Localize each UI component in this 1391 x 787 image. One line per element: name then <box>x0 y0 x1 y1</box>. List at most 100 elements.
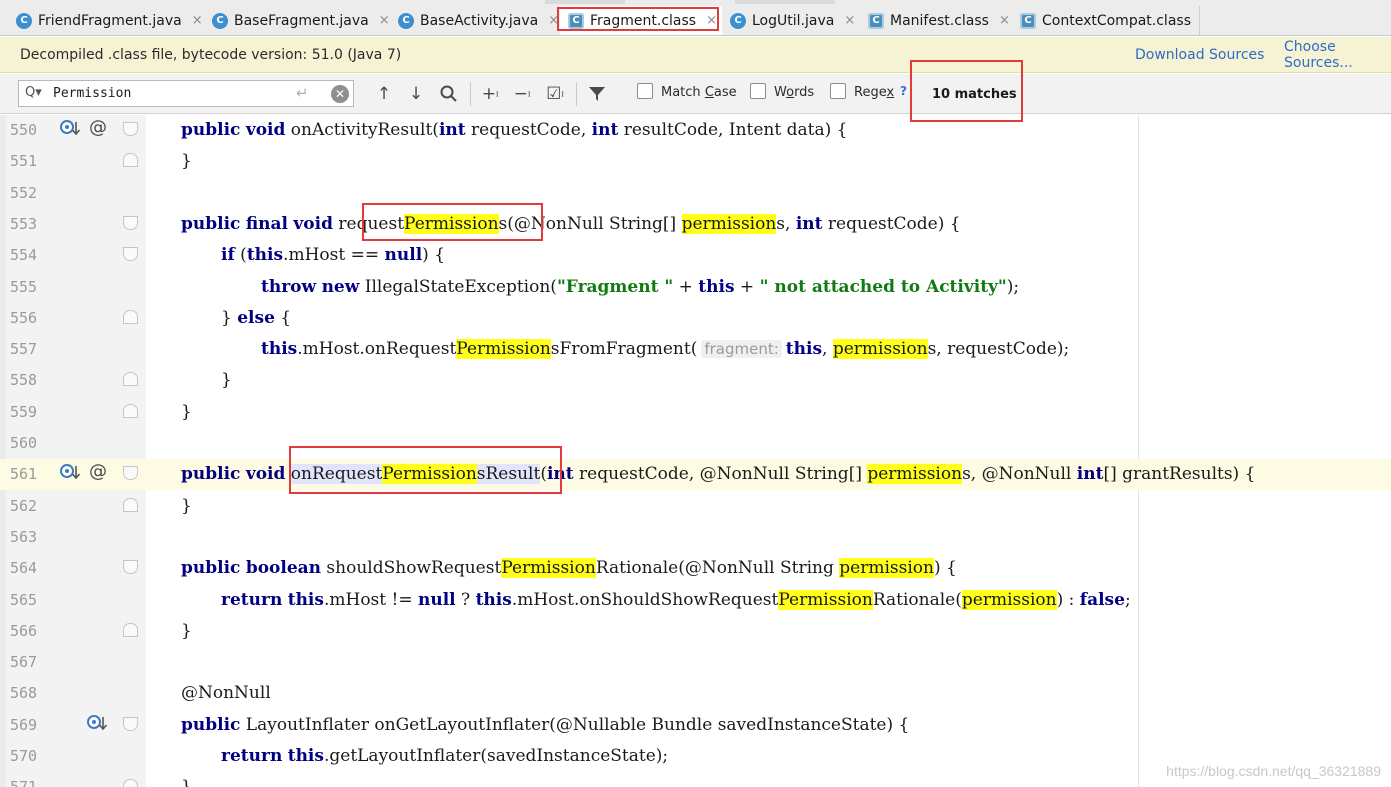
line-number[interactable]: 563 <box>10 528 52 546</box>
line-number[interactable]: 558 <box>10 371 52 389</box>
line-number[interactable]: 562 <box>10 497 52 515</box>
fold-marker-icon[interactable] <box>123 560 138 575</box>
fold-end-marker-icon[interactable] <box>123 153 138 168</box>
code-line[interactable]: 552 <box>0 178 1391 209</box>
override-down-icon[interactable] <box>60 463 82 488</box>
line-number[interactable]: 569 <box>10 716 52 734</box>
filter-icon[interactable] <box>585 83 609 105</box>
code-line[interactable]: 562} <box>0 491 1391 522</box>
new-line-icon[interactable]: ↵ <box>296 84 309 102</box>
line-number[interactable]: 571 <box>10 778 52 787</box>
fold-marker-icon[interactable] <box>123 247 138 262</box>
match-case-checkbox[interactable] <box>637 83 653 99</box>
close-tab-icon[interactable]: × <box>192 13 203 28</box>
code-line[interactable]: 558} <box>0 365 1391 396</box>
line-number[interactable]: 565 <box>10 591 52 609</box>
keyword-token: this <box>246 245 284 266</box>
line-number[interactable]: 570 <box>10 747 52 765</box>
search-history-icon[interactable]: Q▾ <box>25 85 42 100</box>
line-number[interactable]: 553 <box>10 215 52 233</box>
code-line[interactable]: 563 <box>0 522 1391 553</box>
line-number[interactable]: 568 <box>10 684 52 702</box>
code-line[interactable]: 557 this.mHost.onRequestPermissionsFromFr… <box>0 334 1391 365</box>
fold-end-marker-icon[interactable] <box>123 497 138 512</box>
code-line[interactable]: 555 throw new IllegalStateException("Frag… <box>0 272 1391 303</box>
code-token: s, @NonNull <box>962 464 1077 485</box>
code-line[interactable]: 551} <box>0 146 1391 177</box>
line-number[interactable]: 551 <box>10 152 52 170</box>
code-line[interactable]: 569 public LayoutInflater onGetLayoutInfl… <box>0 710 1391 741</box>
override-down-icon[interactable] <box>87 714 109 739</box>
fold-marker-icon[interactable] <box>123 122 138 136</box>
override-down-icon[interactable] <box>60 119 82 144</box>
select-all-occurrences-icon[interactable]: ☑ I <box>543 83 567 105</box>
choose-sources-link[interactable]: Choose Sources... <box>1284 39 1391 71</box>
remove-occurrence-icon[interactable]: − I <box>510 83 534 105</box>
code-token: ) { <box>934 558 957 579</box>
regex-label: Regex <box>854 85 895 100</box>
code-line[interactable]: 554 if (this.mHost == null) { <box>0 240 1391 271</box>
tab-baseactivity-java[interactable]: C BaseActivity.java × <box>390 6 569 35</box>
regex-help-icon[interactable]: ? <box>900 84 907 98</box>
tab-logutil-java[interactable]: C LogUtil.java × <box>722 6 865 35</box>
search-field[interactable]: Q▾ ↵ ✕ <box>18 80 354 107</box>
code-text: } <box>181 402 192 422</box>
code-line[interactable]: 560 <box>0 428 1391 459</box>
code-line[interactable]: 568 @NonNull <box>0 678 1391 709</box>
line-number[interactable]: 552 <box>10 184 52 202</box>
line-number[interactable]: 554 <box>10 246 52 264</box>
regex-checkbox[interactable] <box>830 83 846 99</box>
line-number[interactable]: 555 <box>10 278 52 296</box>
line-number[interactable]: 560 <box>10 434 52 452</box>
add-occurrence-icon[interactable]: + I <box>478 83 502 105</box>
tab-strip-scroll-indicator <box>545 0 625 4</box>
close-tab-icon[interactable]: × <box>844 13 855 28</box>
code-line[interactable]: 565 return this.mHost != null ? this.mHos… <box>0 585 1391 616</box>
next-occurrence-icon[interactable]: ↓ <box>404 83 428 105</box>
search-match: permission <box>867 464 963 485</box>
tab-friendfragment-java[interactable]: C FriendFragment.java × <box>8 6 212 35</box>
line-number[interactable]: 550 <box>10 121 52 139</box>
line-number[interactable]: 566 <box>10 622 52 640</box>
at-icon[interactable]: @ <box>89 461 107 482</box>
close-tab-icon[interactable]: × <box>999 13 1010 28</box>
clear-search-icon[interactable]: ✕ <box>331 85 349 103</box>
fold-end-marker-icon[interactable] <box>123 309 138 324</box>
at-icon[interactable]: @ <box>89 117 107 138</box>
find-all-icon[interactable] <box>437 83 461 105</box>
line-number[interactable]: 564 <box>10 559 52 577</box>
fold-end-marker-icon[interactable] <box>123 779 138 787</box>
fold-end-marker-icon[interactable] <box>123 372 138 387</box>
tab-label: BaseActivity.java <box>420 12 539 29</box>
code-line[interactable]: 566} <box>0 616 1391 647</box>
code-line[interactable]: 553 public final void requestPermissions(… <box>0 209 1391 240</box>
fold-marker-icon[interactable] <box>123 716 138 731</box>
line-number[interactable]: 567 <box>10 653 52 671</box>
code-line[interactable]: 559} <box>0 397 1391 428</box>
fold-end-marker-icon[interactable] <box>123 403 138 418</box>
tab-basefragment-java[interactable]: C BaseFragment.java × <box>204 6 399 35</box>
code-line[interactable]: 561 @ public void onRequestPermissionsResu… <box>0 459 1391 491</box>
close-tab-icon[interactable]: × <box>379 13 390 28</box>
search-match: permission <box>832 339 928 360</box>
tab-manifest-class[interactable]: C Manifest.class × <box>860 6 1019 35</box>
download-sources-link[interactable]: Download Sources <box>1135 47 1264 63</box>
line-number[interactable]: 559 <box>10 403 52 421</box>
code-editor[interactable]: 550 @ public void onActivityResult(int req… <box>0 115 1391 787</box>
code-token: requestCode) { <box>822 213 961 234</box>
line-number[interactable]: 557 <box>10 340 52 358</box>
fold-marker-icon[interactable] <box>123 215 138 230</box>
search-input[interactable] <box>51 83 301 104</box>
previous-occurrence-icon[interactable]: ↑ <box>372 83 396 105</box>
words-checkbox[interactable] <box>750 83 766 99</box>
line-number[interactable]: 561 <box>10 465 52 483</box>
code-line[interactable]: 550 @ public void onActivityResult(int req… <box>0 115 1391 146</box>
code-line[interactable]: 564 public boolean shouldShowRequestPermi… <box>0 553 1391 584</box>
line-number[interactable]: 556 <box>10 309 52 327</box>
tab-contextcompat-class[interactable]: C ContextCompat.class <box>1012 6 1200 35</box>
code-token: } <box>181 151 192 172</box>
fold-end-marker-icon[interactable] <box>123 622 138 637</box>
code-line[interactable]: 567 <box>0 647 1391 678</box>
fold-marker-icon[interactable] <box>123 466 138 481</box>
code-line[interactable]: 556} else { <box>0 303 1391 334</box>
